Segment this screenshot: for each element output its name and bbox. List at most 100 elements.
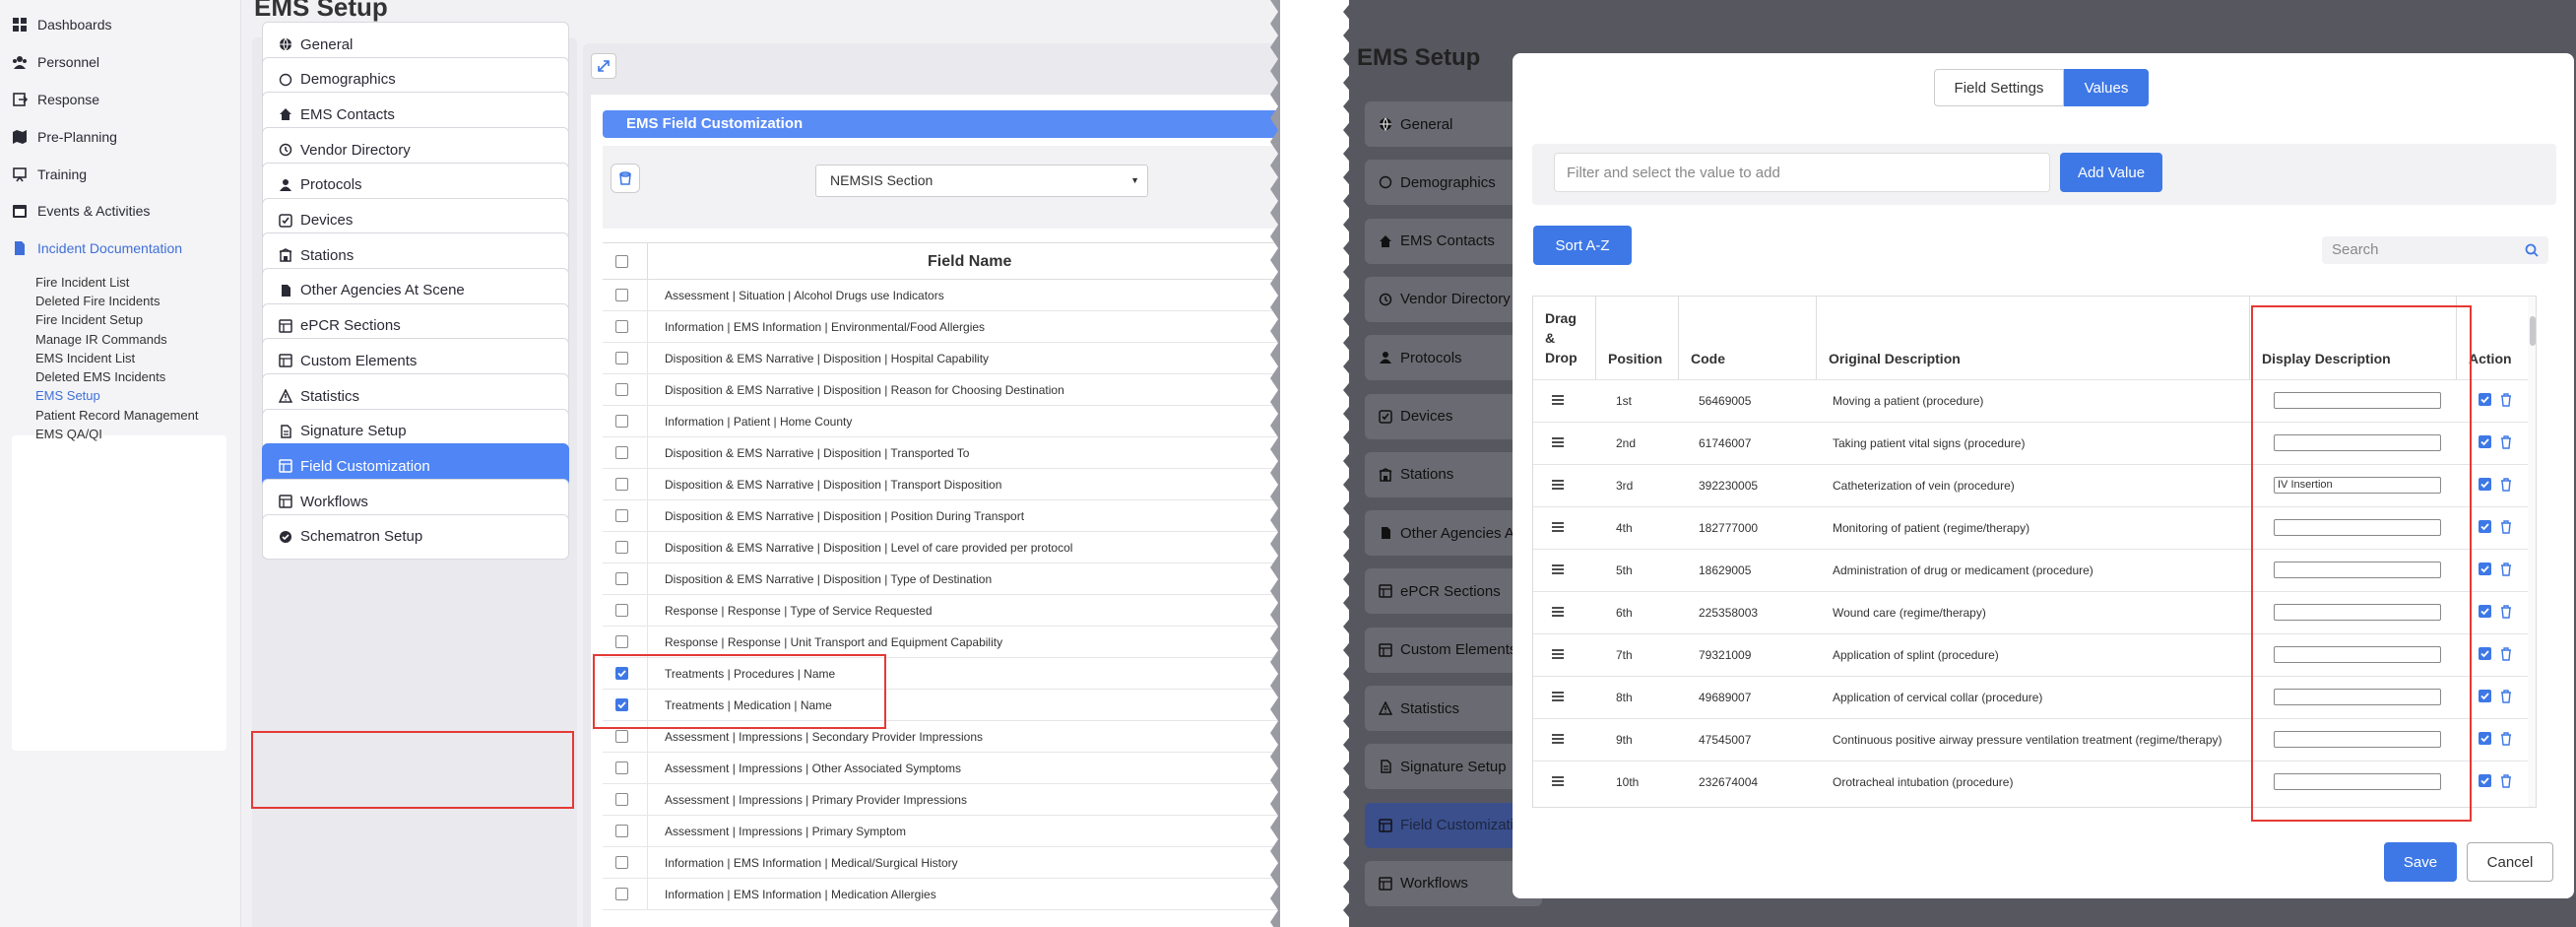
trash-icon[interactable] xyxy=(2500,435,2512,449)
table-row[interactable]: Disposition & EMS Narrative | Dispositio… xyxy=(603,437,1280,469)
table-row[interactable]: Disposition & EMS Narrative | Dispositio… xyxy=(603,563,1280,595)
table-row[interactable]: Disposition & EMS Narrative | Dispositio… xyxy=(603,469,1280,500)
row-checkbox[interactable] xyxy=(615,888,628,900)
table-row[interactable]: Response | Response | Type of Service Re… xyxy=(603,595,1280,627)
trash-icon[interactable] xyxy=(2500,563,2512,576)
enable-checkbox[interactable] xyxy=(2479,647,2491,660)
table-row[interactable]: Assessment | Impressions | Other Associa… xyxy=(603,753,1280,784)
row-checkbox[interactable] xyxy=(615,793,628,806)
add-value-button[interactable]: Add Value xyxy=(2060,153,2162,192)
nav-item-response[interactable]: Response xyxy=(12,85,99,114)
row-checkbox[interactable] xyxy=(615,352,628,364)
row-checkbox[interactable] xyxy=(615,761,628,774)
drag-handle-icon[interactable] xyxy=(1551,775,1565,787)
enable-checkbox[interactable] xyxy=(2479,732,2491,745)
drag-handle-icon[interactable] xyxy=(1551,648,1565,660)
row-checkbox[interactable] xyxy=(615,383,628,396)
row-checkbox[interactable] xyxy=(615,572,628,585)
drag-handle-icon[interactable] xyxy=(1551,733,1565,745)
row-checkbox[interactable] xyxy=(615,415,628,428)
subnav-item[interactable]: EMS QA/QI xyxy=(35,427,102,441)
document-icon-wrap xyxy=(12,240,37,256)
drag-handle-icon[interactable] xyxy=(1551,691,1565,702)
drag-handle-icon[interactable] xyxy=(1551,521,1565,533)
row-checkbox[interactable] xyxy=(615,478,628,491)
trash-icon[interactable] xyxy=(2500,647,2512,661)
nav-item-training[interactable]: Training xyxy=(12,160,87,189)
table-row[interactable]: Disposition & EMS Narrative | Dispositio… xyxy=(603,532,1280,563)
check-circle-icon xyxy=(280,530,291,543)
subnav-item[interactable]: Deleted EMS Incidents xyxy=(35,369,165,384)
check-circle-icon-wrap xyxy=(279,530,292,544)
row-checkbox[interactable] xyxy=(615,635,628,648)
row-checkbox[interactable] xyxy=(615,825,628,837)
trash-icon[interactable] xyxy=(2500,774,2512,788)
row-checkbox[interactable] xyxy=(615,509,628,522)
enable-checkbox[interactable] xyxy=(2479,605,2491,618)
row-checkbox[interactable] xyxy=(615,320,628,333)
drag-handle-icon[interactable] xyxy=(1551,563,1565,575)
subnav-item[interactable]: EMS Incident List xyxy=(35,351,135,365)
table-row[interactable]: Disposition & EMS Narrative | Dispositio… xyxy=(603,374,1280,406)
table-row[interactable]: Assessment | Situation | Alcohol Drugs u… xyxy=(603,280,1280,311)
drag-handle-icon[interactable] xyxy=(1551,479,1565,491)
row-checkbox[interactable] xyxy=(615,541,628,554)
save-button[interactable]: Save xyxy=(2384,842,2457,882)
enable-checkbox[interactable] xyxy=(2479,435,2491,448)
cancel-button[interactable]: Cancel xyxy=(2467,842,2553,882)
scrollbar-thumb[interactable] xyxy=(2530,316,2536,346)
select-all-checkbox[interactable] xyxy=(615,255,628,268)
search-input[interactable]: Search xyxy=(2322,236,2548,264)
trash-icon[interactable] xyxy=(2500,605,2512,619)
row-checkbox[interactable] xyxy=(615,446,628,459)
sort-az-button[interactable]: Sort A-Z xyxy=(1533,226,1632,265)
nav-item-incident-documentation[interactable]: Incident Documentation xyxy=(12,233,182,263)
table-row[interactable]: Disposition & EMS Narrative | Dispositio… xyxy=(603,500,1280,532)
subnav-item[interactable]: EMS Setup xyxy=(35,388,100,403)
tab-field-settings[interactable]: Field Settings xyxy=(1934,69,2064,106)
table-row[interactable]: Information | EMS Information | Environm… xyxy=(603,311,1280,343)
nav-item-dashboards[interactable]: Dashboards xyxy=(12,10,112,39)
enable-checkbox[interactable] xyxy=(2479,774,2491,787)
clear-filter-button[interactable] xyxy=(611,164,640,193)
enable-checkbox[interactable] xyxy=(2479,520,2491,533)
enable-checkbox[interactable] xyxy=(2479,478,2491,491)
trash-icon[interactable] xyxy=(2500,393,2512,407)
table-row[interactable]: Information | Patient | Home County xyxy=(603,406,1280,437)
subnav-item[interactable]: Patient Record Management xyxy=(35,408,198,423)
subnav-item[interactable]: Fire Incident List xyxy=(35,275,129,290)
row-checkbox[interactable] xyxy=(615,730,628,743)
table-row[interactable]: Information | EMS Information | Medicati… xyxy=(603,879,1280,910)
expand-button[interactable] xyxy=(591,53,616,79)
trash-icon[interactable] xyxy=(2500,690,2512,703)
nav-item-personnel[interactable]: Personnel xyxy=(12,47,99,77)
table-row[interactable]: Assessment | Impressions | Primary Sympt… xyxy=(603,816,1280,847)
drag-handle-icon[interactable] xyxy=(1551,606,1565,618)
value-filter-input[interactable]: Filter and select the value to add xyxy=(1554,153,2050,192)
enable-checkbox[interactable] xyxy=(2479,690,2491,702)
row-checkbox[interactable] xyxy=(615,604,628,617)
trash-icon[interactable] xyxy=(2500,520,2512,534)
table-row[interactable]: Information | EMS Information | Medical/… xyxy=(603,847,1280,879)
nav-item-pre-planning[interactable]: Pre-Planning xyxy=(12,122,117,152)
position-cell: 1st xyxy=(1616,394,1633,408)
trash-icon[interactable] xyxy=(2500,478,2512,492)
drag-handle-icon[interactable] xyxy=(1551,394,1565,406)
table-row[interactable]: Disposition & EMS Narrative | Dispositio… xyxy=(603,343,1280,374)
subnav-item[interactable]: Fire Incident Setup xyxy=(35,312,143,327)
scrollbar[interactable] xyxy=(2528,297,2536,807)
table-row[interactable]: Assessment | Impressions | Primary Provi… xyxy=(603,784,1280,816)
subnav-item[interactable]: Manage IR Commands xyxy=(35,332,167,347)
setup-item-label: Statistics xyxy=(300,387,360,405)
row-checkbox[interactable] xyxy=(615,289,628,301)
setup-item-schematron-setup[interactable]: Schematron Setup xyxy=(262,513,569,560)
row-checkbox[interactable] xyxy=(615,856,628,869)
enable-checkbox[interactable] xyxy=(2479,393,2491,406)
subnav-item[interactable]: Deleted Fire Incidents xyxy=(35,294,160,308)
tab-values[interactable]: Values xyxy=(2064,69,2149,106)
enable-checkbox[interactable] xyxy=(2479,563,2491,575)
trash-icon[interactable] xyxy=(2500,732,2512,746)
nav-item-events-activities[interactable]: Events & Activities xyxy=(12,196,150,226)
drag-handle-icon[interactable] xyxy=(1551,436,1565,448)
section-select[interactable]: NEMSIS Section ▼ xyxy=(815,165,1148,197)
